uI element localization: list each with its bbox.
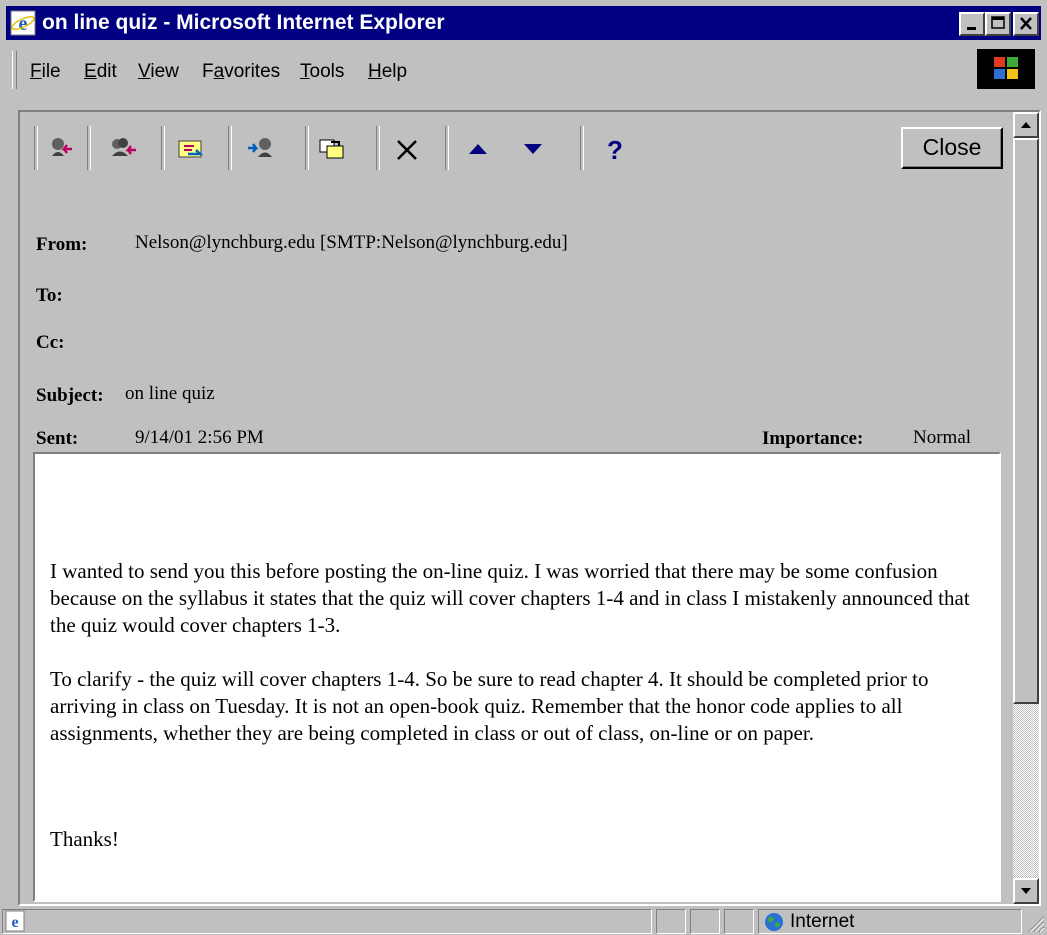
- delete-icon[interactable]: [392, 134, 422, 164]
- globe-icon: [765, 913, 783, 931]
- status-panel-2: [656, 909, 686, 934]
- from-label: From:: [36, 234, 88, 255]
- forward-alt-icon[interactable]: [246, 134, 276, 164]
- to-label: To:: [36, 285, 63, 306]
- menu-edit[interactable]: Edit: [84, 61, 117, 83]
- window-title: on line quiz - Microsoft Internet Explor…: [42, 11, 445, 34]
- scroll-down-arrow-icon: [1021, 888, 1031, 894]
- windows-flag-icon: [994, 57, 1018, 79]
- status-panel-4: [724, 909, 754, 934]
- menu-help[interactable]: Help: [368, 61, 407, 83]
- svg-text:e: e: [11, 914, 18, 931]
- menu-bar-grip[interactable]: [12, 51, 17, 89]
- reply-all-icon[interactable]: [108, 134, 138, 164]
- message-toolbar: ? Close: [20, 112, 1013, 184]
- toolbar-separator: [228, 126, 232, 170]
- body-paragraph-1: I wanted to send you this before posting…: [50, 559, 970, 637]
- svg-text:e: e: [19, 13, 28, 35]
- reply-icon[interactable]: [46, 134, 76, 164]
- toolbar-separator: [161, 126, 165, 170]
- resize-grip-icon[interactable]: [1025, 913, 1045, 933]
- menu-favorites[interactable]: Favorites: [202, 61, 280, 83]
- close-message-button[interactable]: Close: [901, 127, 1003, 169]
- cc-label: Cc:: [36, 332, 65, 353]
- sent-value: 9/14/01 2:56 PM: [135, 427, 264, 448]
- minimize-icon: [967, 27, 976, 30]
- maximize-icon: [991, 16, 1005, 29]
- toolbar-separator: [305, 126, 309, 170]
- maximize-button[interactable]: [985, 12, 1011, 36]
- windows-logo: [977, 49, 1035, 89]
- menu-tools[interactable]: Tools: [300, 61, 344, 83]
- body-paragraph-2: To clarify - the quiz will cover chapter…: [50, 667, 929, 745]
- toolbar-separator: [445, 126, 449, 170]
- message-body[interactable]: I wanted to send you this before posting…: [33, 452, 1001, 902]
- scroll-up-arrow-icon: [1021, 122, 1031, 128]
- importance-value: Normal: [913, 427, 972, 448]
- status-text-panel: e: [2, 909, 652, 934]
- vertical-scrollbar[interactable]: [1013, 112, 1039, 904]
- menu-bar: File Edit View Favorites Tools Help: [6, 43, 1041, 97]
- subject-label: Subject:: [36, 385, 104, 406]
- ie-page-icon: e: [5, 910, 25, 932]
- status-panel-3: [690, 909, 720, 934]
- sent-label: Sent:: [36, 428, 79, 449]
- toolbar-separator: [580, 126, 584, 170]
- close-icon: [1020, 17, 1032, 30]
- previous-item-icon[interactable]: [463, 134, 493, 164]
- minimize-button[interactable]: [959, 12, 985, 36]
- menu-file[interactable]: File: [30, 61, 61, 83]
- body-paragraph-3: Thanks!: [50, 827, 119, 851]
- scroll-up-button[interactable]: [1013, 112, 1039, 138]
- ie-icon: e: [10, 10, 36, 36]
- close-window-button[interactable]: [1013, 12, 1039, 36]
- browser-window: e on line quiz - Microsoft Internet Expl…: [0, 0, 1047, 935]
- toolbar-separator: [34, 126, 38, 170]
- content-pane: ? Close From: Nelson@lynchburg.edu [SMTP…: [18, 110, 1041, 906]
- status-zone-label: Internet: [790, 911, 855, 932]
- move-to-folder-icon[interactable]: [317, 134, 347, 164]
- status-bar: e Internet: [0, 906, 1047, 935]
- title-bar[interactable]: e on line quiz - Microsoft Internet Expl…: [6, 6, 1041, 40]
- toolbar-separator: [376, 126, 380, 170]
- toolbar-separator: [87, 126, 91, 170]
- subject-value: on line quiz: [125, 383, 215, 404]
- menu-view[interactable]: View: [138, 61, 179, 83]
- forward-icon[interactable]: [176, 134, 206, 164]
- scroll-thumb[interactable]: [1013, 138, 1039, 704]
- svg-text:?: ?: [607, 135, 623, 164]
- importance-label: Importance:: [762, 428, 864, 449]
- next-item-icon[interactable]: [518, 134, 548, 164]
- help-icon[interactable]: ?: [600, 134, 630, 164]
- scroll-down-button[interactable]: [1013, 878, 1039, 904]
- from-value: Nelson@lynchburg.edu [SMTP:Nelson@lynchb…: [135, 232, 568, 253]
